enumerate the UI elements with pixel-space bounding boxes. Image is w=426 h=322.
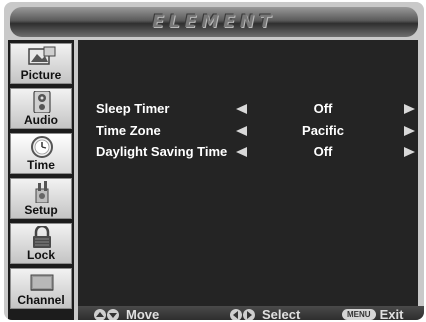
sidebar-item-channel[interactable]: Channel xyxy=(10,268,72,309)
sidebar-item-label: Lock xyxy=(26,248,55,262)
lock-icon xyxy=(33,226,51,248)
brand-logo: ELEMENT xyxy=(152,12,276,32)
clock-icon xyxy=(31,136,53,158)
setting-row-sleep-timer[interactable]: Sleep Timer Off xyxy=(78,99,418,119)
settings-panel: Sleep Timer Off Time Zone Pacific Daylig… xyxy=(78,40,418,306)
sidebar-item-label: Audio xyxy=(24,113,58,127)
sidebar-item-label: Picture xyxy=(20,68,62,82)
tv-osd-frame: ELEMENT Picture Audio Time Setup Lock Ch… xyxy=(4,2,424,320)
exit-hint: MENU Exit xyxy=(342,306,403,320)
arrow-right-icon[interactable] xyxy=(404,147,415,157)
sidebar-item-picture[interactable]: Picture xyxy=(10,43,72,84)
setting-row-time-zone[interactable]: Time Zone Pacific xyxy=(78,121,418,141)
move-hint: Move xyxy=(94,306,159,320)
sidebar-item-time[interactable]: Time xyxy=(10,133,72,174)
select-label: Select xyxy=(262,306,301,320)
up-button-icon xyxy=(94,308,106,320)
sidebar-item-setup[interactable]: Setup xyxy=(10,178,72,219)
select-hint: Select xyxy=(230,306,300,320)
arrow-left-icon[interactable] xyxy=(236,104,247,114)
picture-icon xyxy=(28,46,56,65)
wrench-icon xyxy=(35,181,49,203)
sidebar-item-label: Time xyxy=(27,158,55,172)
exit-label: Exit xyxy=(379,306,404,320)
right-button-icon xyxy=(243,308,255,320)
down-button-icon xyxy=(107,308,119,320)
setting-value: Off xyxy=(313,144,333,159)
setting-label: Daylight Saving Time xyxy=(96,144,228,159)
sidebar-item-label: Setup xyxy=(24,203,58,217)
footer-hints: Move Select MENU Exit xyxy=(78,306,424,320)
setting-label: Sleep Timer xyxy=(96,101,170,116)
sidebar-item-label: Channel xyxy=(17,293,65,307)
sidebar-item-lock[interactable]: Lock xyxy=(10,223,72,264)
menu-key-icon: MENU xyxy=(342,309,376,320)
setting-value: Off xyxy=(313,101,333,116)
setting-row-daylight-saving-time[interactable]: Daylight Saving Time Off xyxy=(78,142,418,162)
arrow-right-icon[interactable] xyxy=(404,104,415,114)
sidebar-item-audio[interactable]: Audio xyxy=(10,88,72,129)
move-label: Move xyxy=(126,306,160,320)
antenna-icon xyxy=(30,274,54,291)
setting-label: Time Zone xyxy=(96,123,161,138)
arrow-right-icon[interactable] xyxy=(404,126,415,136)
setting-value: Pacific xyxy=(302,123,344,138)
speaker-icon xyxy=(33,91,51,113)
left-button-icon xyxy=(230,308,242,320)
arrow-left-icon[interactable] xyxy=(236,126,247,136)
arrow-left-icon[interactable] xyxy=(236,147,247,157)
sidebar: Picture Audio Time Setup Lock Channel xyxy=(8,40,74,320)
header-bar: ELEMENT xyxy=(10,7,418,37)
